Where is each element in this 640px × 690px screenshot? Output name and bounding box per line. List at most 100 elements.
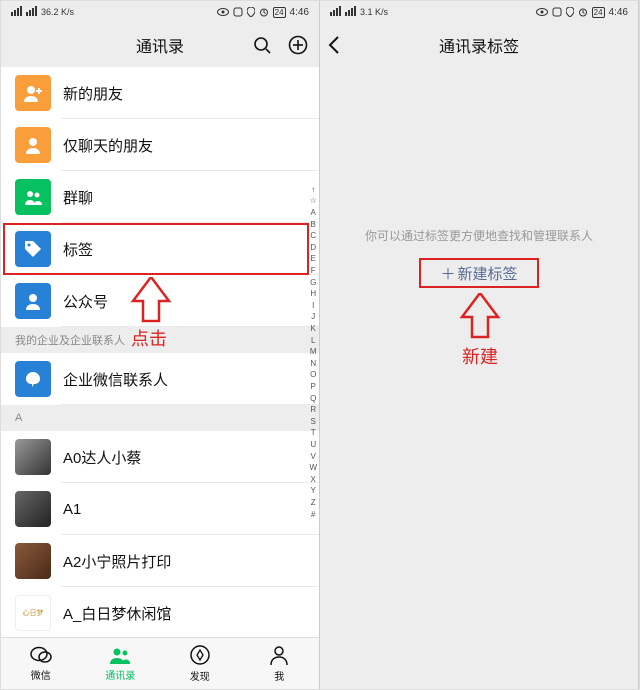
index-bar[interactable]: ↑☆ABCDEFGHIJKLMNOPQRSTUVWXYZ#: [309, 67, 317, 637]
tags-screen: 3.1 K/s 24 4:46 通讯录标签 你可以通过标签更方便地查找和管理联系…: [320, 1, 639, 689]
bottom-nav: 微信 通讯录 发现 我: [1, 637, 319, 689]
index-letter[interactable]: S: [309, 416, 317, 428]
contacts-list[interactable]: 新的朋友 仅聊天的朋友 群聊 标签 公众号 我的企业及企业联: [1, 67, 319, 637]
avatar: 心日梦: [15, 595, 51, 631]
enterprise-icon: [15, 361, 51, 397]
index-letter[interactable]: F: [309, 265, 317, 277]
row-label: 新的朋友: [63, 83, 123, 104]
status-bar: 36.2 K/s 24 4:46: [1, 1, 319, 23]
index-letter[interactable]: ↑: [309, 184, 317, 196]
contact-name: A2小宁照片打印: [63, 551, 171, 572]
location-icon: [566, 7, 574, 17]
alarm-icon: [578, 7, 588, 17]
status-bar: 3.1 K/s 24 4:46: [320, 1, 638, 23]
page-title: 通讯录标签: [439, 33, 519, 57]
battery-icon: 24: [592, 7, 605, 18]
signal-icon: [11, 6, 37, 19]
contact-name: A_白日梦休闲馆: [63, 603, 171, 624]
row-label: 仅聊天的朋友: [63, 135, 153, 156]
avatar: [15, 439, 51, 475]
row-group-chat[interactable]: 群聊: [1, 171, 319, 223]
page-title: 通讯录: [136, 33, 184, 57]
index-letter[interactable]: K: [309, 323, 317, 335]
battery-icon: 24: [273, 7, 286, 18]
back-button[interactable]: [328, 23, 340, 67]
row-new-friends[interactable]: 新的朋友: [1, 67, 319, 119]
nav-me[interactable]: 我: [240, 638, 320, 689]
index-letter[interactable]: #: [309, 509, 317, 521]
signal-icon: [330, 6, 356, 19]
row-label: 群聊: [63, 187, 93, 208]
row-label: 标签: [63, 239, 93, 260]
row-enterprise[interactable]: 企业微信联系人: [1, 353, 319, 405]
avatar: [15, 491, 51, 527]
nav-contacts[interactable]: 通讯录: [81, 638, 161, 689]
index-letter[interactable]: E: [309, 253, 317, 265]
eye-icon: [217, 7, 229, 17]
clock: 4:46: [290, 7, 309, 18]
index-letter[interactable]: R: [309, 404, 317, 416]
index-letter[interactable]: Y: [309, 485, 317, 497]
nav-discover[interactable]: 发现: [160, 638, 240, 689]
contact-name: A0达人小蔡: [63, 447, 141, 468]
tags-empty-area: 你可以通过标签更方便地查找和管理联系人 ＋新建标签 新建: [320, 67, 638, 689]
add-friend-icon: [15, 75, 51, 111]
contact-row[interactable]: A1: [1, 483, 319, 535]
index-letter[interactable]: ☆: [309, 195, 317, 207]
index-letter[interactable]: B: [309, 219, 317, 231]
index-letter[interactable]: A: [309, 207, 317, 219]
index-letter[interactable]: X: [309, 474, 317, 486]
new-tag-button[interactable]: ＋新建标签: [419, 258, 539, 288]
index-letter[interactable]: D: [309, 242, 317, 254]
index-letter[interactable]: H: [309, 288, 317, 300]
plus-icon: ＋: [440, 263, 455, 284]
contact-name: A1: [63, 501, 81, 518]
index-letter[interactable]: U: [309, 439, 317, 451]
group-icon: [15, 179, 51, 215]
new-tag-label: 新建标签: [458, 263, 518, 284]
nav-chats[interactable]: 微信: [1, 638, 81, 689]
index-letter[interactable]: W: [309, 462, 317, 474]
index-letter[interactable]: L: [309, 335, 317, 347]
tag-icon: [15, 231, 51, 267]
section-a: A: [1, 405, 319, 431]
annotation-arrow: [458, 293, 502, 341]
contacts-screen: 36.2 K/s 24 4:46 通讯录 新的朋友: [1, 1, 320, 689]
official-icon: [15, 283, 51, 319]
row-official[interactable]: 公众号: [1, 275, 319, 327]
index-letter[interactable]: V: [309, 451, 317, 463]
index-letter[interactable]: O: [309, 369, 317, 381]
index-letter[interactable]: P: [309, 381, 317, 393]
index-letter[interactable]: M: [309, 346, 317, 358]
header: 通讯录: [1, 23, 319, 67]
header: 通讯录标签: [320, 23, 638, 67]
eye-icon: [536, 7, 548, 17]
index-letter[interactable]: C: [309, 230, 317, 242]
row-chat-only[interactable]: 仅聊天的朋友: [1, 119, 319, 171]
contact-row[interactable]: A2小宁照片打印: [1, 535, 319, 587]
net-speed: 36.2 K/s: [41, 7, 74, 17]
index-letter[interactable]: J: [309, 311, 317, 323]
add-icon[interactable]: [287, 34, 309, 56]
annotation-label: 新建: [462, 343, 498, 369]
index-letter[interactable]: G: [309, 277, 317, 289]
empty-hint: 你可以通过标签更方便地查找和管理联系人: [320, 227, 638, 244]
contact-row[interactable]: 心日梦 A_白日梦休闲馆: [1, 587, 319, 637]
nav-label: 微信: [31, 667, 51, 682]
chat-only-icon: [15, 127, 51, 163]
nav-label: 通讯录: [105, 667, 135, 682]
alarm-icon: [259, 7, 269, 17]
index-letter[interactable]: Q: [309, 393, 317, 405]
contact-row[interactable]: A0达人小蔡: [1, 431, 319, 483]
row-tags[interactable]: 标签: [1, 223, 319, 275]
index-letter[interactable]: Z: [309, 497, 317, 509]
index-letter[interactable]: T: [309, 427, 317, 439]
row-label: 公众号: [63, 291, 108, 312]
index-letter[interactable]: N: [309, 358, 317, 370]
nfc-icon: [552, 7, 562, 17]
search-icon[interactable]: [251, 34, 273, 56]
index-letter[interactable]: I: [309, 300, 317, 312]
nav-label: 我: [274, 668, 284, 683]
net-speed: 3.1 K/s: [360, 7, 388, 17]
row-label: 企业微信联系人: [63, 369, 168, 390]
